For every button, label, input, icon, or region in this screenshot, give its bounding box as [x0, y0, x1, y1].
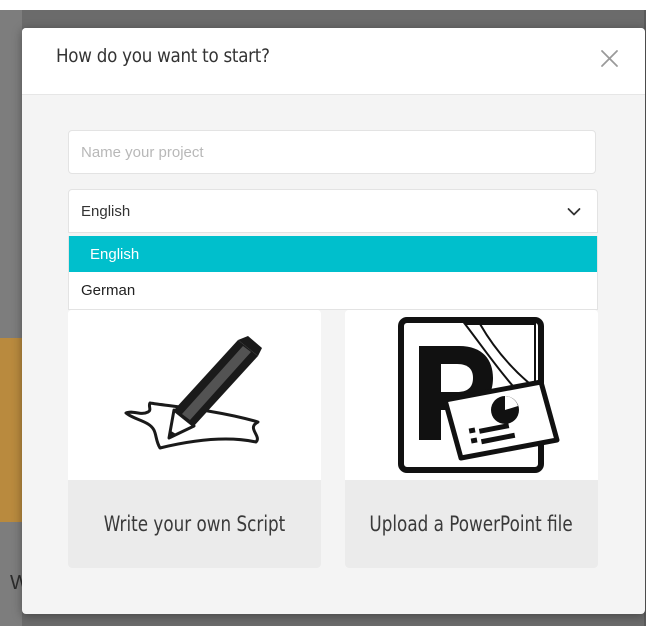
start-dialog: How do you want to start? English Englis…: [22, 28, 645, 614]
close-icon: [601, 50, 618, 67]
card-footer: Write your own Script: [68, 480, 321, 568]
dialog-title: How do you want to start?: [56, 45, 270, 67]
card-image: [68, 310, 321, 480]
language-option-german[interactable]: German: [69, 272, 597, 308]
write-script-card[interactable]: Write your own Script: [68, 310, 321, 568]
dialog-header: How do you want to start?: [22, 28, 645, 95]
card-image: [345, 310, 598, 480]
upload-powerpoint-card[interactable]: Upload a PowerPoint file: [345, 310, 598, 568]
upload-powerpoint-label: Upload a PowerPoint file: [369, 512, 574, 536]
chevron-down-icon: [567, 208, 581, 216]
card-footer: Upload a PowerPoint file: [345, 480, 598, 568]
language-select-value: English: [81, 203, 131, 220]
powerpoint-icon: [398, 317, 560, 473]
language-option-english[interactable]: English: [69, 236, 597, 272]
close-button[interactable]: [597, 46, 623, 72]
language-select[interactable]: English: [68, 189, 598, 233]
pencil-paper-icon: [124, 336, 262, 450]
write-script-label: Write your own Script: [103, 512, 286, 536]
background-page-left: [0, 10, 22, 626]
language-dropdown: English German: [68, 236, 598, 310]
project-name-input[interactable]: [68, 130, 596, 174]
background-page-image: [0, 338, 22, 522]
background-page-top: [0, 0, 646, 10]
